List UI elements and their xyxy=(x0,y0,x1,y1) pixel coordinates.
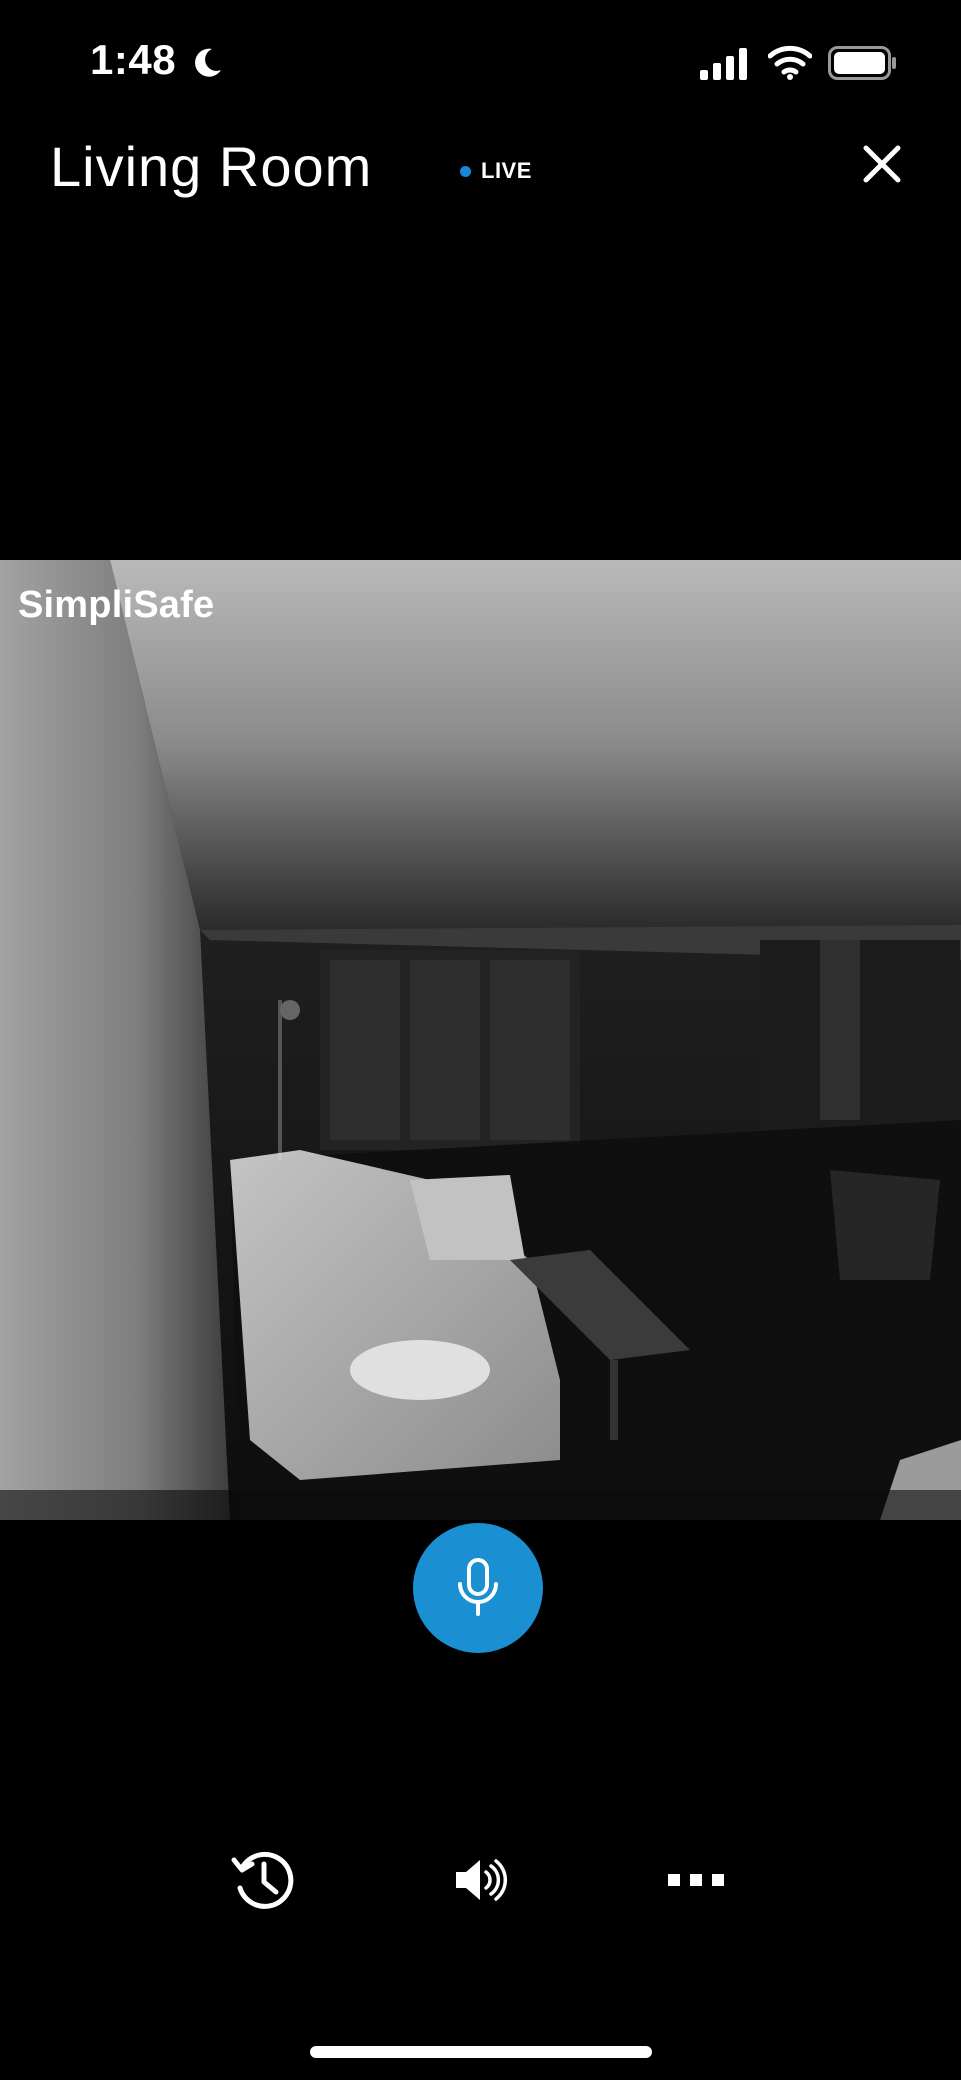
camera-watermark: SimpliSafe xyxy=(18,584,215,626)
battery-icon xyxy=(828,46,896,80)
status-time: 1:48 xyxy=(90,36,177,83)
bottom-toolbar xyxy=(0,1840,961,1920)
live-label: LIVE xyxy=(481,158,532,183)
history-button[interactable] xyxy=(224,1840,304,1920)
more-icon xyxy=(668,1874,724,1886)
microphone-icon xyxy=(458,1558,498,1616)
moon-icon xyxy=(195,48,221,77)
speaker-icon xyxy=(456,1859,508,1901)
microphone-button[interactable] xyxy=(413,1523,543,1653)
live-dot xyxy=(460,165,471,177)
close-button[interactable] xyxy=(852,134,912,194)
home-indicator[interactable] xyxy=(310,2046,652,2058)
live-indicator: LIVE xyxy=(460,156,532,186)
header: Living Room LIVE xyxy=(0,120,961,220)
camera-feed[interactable]: SimpliSafe xyxy=(0,560,961,1520)
history-icon xyxy=(231,1851,294,1909)
camera-image xyxy=(0,560,961,1520)
more-button[interactable] xyxy=(656,1840,736,1920)
signal-icon xyxy=(700,48,747,80)
status-bar: 1:48 xyxy=(0,0,961,120)
page-title: Living Room xyxy=(50,135,373,198)
speaker-button[interactable] xyxy=(440,1840,520,1920)
wifi-icon xyxy=(768,45,812,80)
close-icon xyxy=(863,145,901,183)
